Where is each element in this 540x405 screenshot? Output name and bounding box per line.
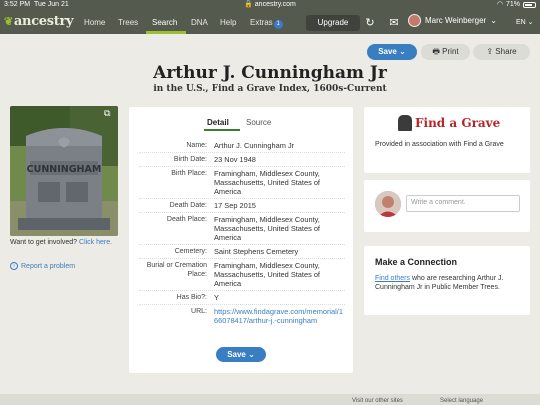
battery-percent: 71% [505, 1, 520, 8]
nav-trees[interactable]: Trees [118, 18, 138, 27]
connection-text: Find others who are researching Arthur J… [375, 275, 504, 291]
tabs: Detail Source [129, 117, 353, 131]
report-problem-link[interactable]: i Report a problem [10, 262, 75, 270]
get-involved: Want to get involved? Click here. [10, 239, 113, 246]
user-avatar [408, 14, 421, 27]
other-sites-link[interactable]: Visit our other sites [352, 398, 403, 404]
active-nav-indicator [146, 31, 186, 34]
user-menu[interactable]: Marc Weinberger ⌄ [408, 14, 497, 27]
comment-input[interactable]: Write a comment. [406, 195, 520, 212]
page-title: Arthur J. Cunningham Jr [153, 63, 387, 83]
info-icon: i [10, 262, 18, 270]
table-row: URL: https://www.findagrave.com/memorial/… [139, 305, 345, 327]
url-bar[interactable]: 🔒 ancestry.com [0, 0, 540, 10]
nav-home[interactable]: Home [84, 18, 105, 27]
findagrave-text: Provided in association with Find a Grav… [375, 141, 504, 148]
field-label: Has Bio?: [176, 294, 207, 301]
history-icon[interactable]: ↻ [362, 15, 378, 31]
connection-title: Make a Connection [375, 257, 458, 267]
findagrave-url-link[interactable]: https://www.findagrave.com/memorial/1660… [214, 307, 345, 325]
field-value: Y [214, 293, 219, 302]
extras-badge: 1 [273, 20, 283, 29]
field-value: Framingham, Middlesex County, Massachuse… [214, 215, 320, 242]
chevron-down-icon: ⌄ [490, 16, 497, 25]
tab-detail[interactable]: Detail [207, 118, 229, 127]
comment-card: Write a comment. [364, 180, 530, 232]
print-button[interactable]: 🖶 Print [421, 44, 470, 60]
commenter-avatar [375, 191, 401, 217]
share-button[interactable]: ⇪ Share [473, 44, 530, 60]
user-name: Marc Weinberger [425, 16, 487, 25]
table-row: Death Date: 17 Sep 2015 [139, 199, 345, 213]
stone-name: CUNNINGHAM [27, 164, 102, 175]
tab-indicator [204, 129, 240, 131]
messages-icon[interactable]: ✉ [386, 15, 402, 31]
status-bar: 3:52 PM Tue Jun 21 🔒 ancestry.com ◠ 71% [0, 0, 540, 10]
gravestone-photo[interactable]: CUNNINGHAM ⧉ [10, 106, 118, 236]
table-row: Cemetery: Saint Stephens Cemetery [139, 245, 345, 259]
findagrave-logo[interactable]: Find a Grave [398, 115, 500, 131]
field-label: Birth Date: [173, 156, 207, 163]
field-label: Burial or Cremation Place: [146, 262, 207, 278]
field-label: Death Date: [169, 202, 207, 209]
nav-search[interactable]: Search [152, 18, 177, 27]
table-row: Has Bio?: Y [139, 291, 345, 305]
field-label: URL: [191, 308, 207, 315]
language-menu[interactable]: EN ⌄ [516, 18, 534, 26]
table-row: Death Place: Framingham, Middlesex County… [139, 213, 345, 245]
field-value: Framingham, Middlesex County, Massachuse… [214, 169, 320, 196]
field-value: 23 Nov 1948 [214, 155, 256, 164]
field-value: 17 Sep 2015 [214, 201, 256, 210]
field-label: Cemetery: [174, 248, 207, 255]
findagrave-card: Find a Grave Provided in association wit… [364, 107, 530, 173]
table-row: Birth Place: Framingham, Middlesex County… [139, 167, 345, 199]
field-value: Framingham, Middlesex County, Massachuse… [214, 261, 320, 288]
upgrade-button[interactable]: Upgrade [306, 15, 360, 31]
table-row: Burial or Cremation Place: Framingham, Mi… [139, 259, 345, 291]
fields-table: Name: Arthur J. Cunningham Jr Birth Date:… [139, 139, 345, 327]
field-label: Birth Place: [171, 170, 207, 177]
collection-subtitle[interactable]: in the U.S., Find a Grave Index, 1600s-C… [0, 84, 540, 94]
wifi-icon: ◠ [496, 1, 503, 8]
field-value: Arthur J. Cunningham Jr [214, 141, 295, 150]
status-right: ◠ 71% [497, 0, 536, 10]
leaf-icon: ❦ [4, 15, 13, 28]
gravestone-image: CUNNINGHAM [10, 106, 118, 236]
save-button[interactable]: Save ⌄ [367, 44, 417, 60]
avatar-image [375, 191, 401, 217]
click-here-link[interactable]: Click here. [79, 239, 112, 246]
footer: Visit our other sites Select language [0, 394, 540, 405]
language-select[interactable]: Select language [440, 398, 483, 404]
field-label: Name: [186, 142, 207, 149]
gravestone-icon [398, 115, 412, 131]
table-row: Birth Date: 23 Nov 1948 [139, 153, 345, 167]
ancestry-logo[interactable]: ❦ ancestry [4, 14, 74, 29]
table-row: Name: Arthur J. Cunningham Jr [139, 139, 345, 153]
record-detail-card: Detail Source Name: Arthur J. Cunningham … [129, 107, 353, 373]
print-icon: 🖶 [432, 47, 440, 56]
nav-dna[interactable]: DNA [191, 18, 208, 27]
make-connection-card: Make a Connection Find others who are re… [364, 246, 530, 315]
expand-icon[interactable]: ⧉ [104, 108, 116, 120]
find-others-link[interactable]: Find others [375, 275, 410, 282]
nav-extras[interactable]: Extras 1 [250, 18, 283, 29]
field-value: Saint Stephens Cemetery [214, 247, 299, 256]
share-icon: ⇪ [486, 47, 494, 56]
battery-icon [523, 2, 536, 8]
save-button-bottom[interactable]: Save ⌄ [216, 347, 266, 362]
field-label: Death Place: [166, 216, 207, 223]
nav-help[interactable]: Help [220, 18, 236, 27]
tab-source[interactable]: Source [246, 118, 271, 127]
